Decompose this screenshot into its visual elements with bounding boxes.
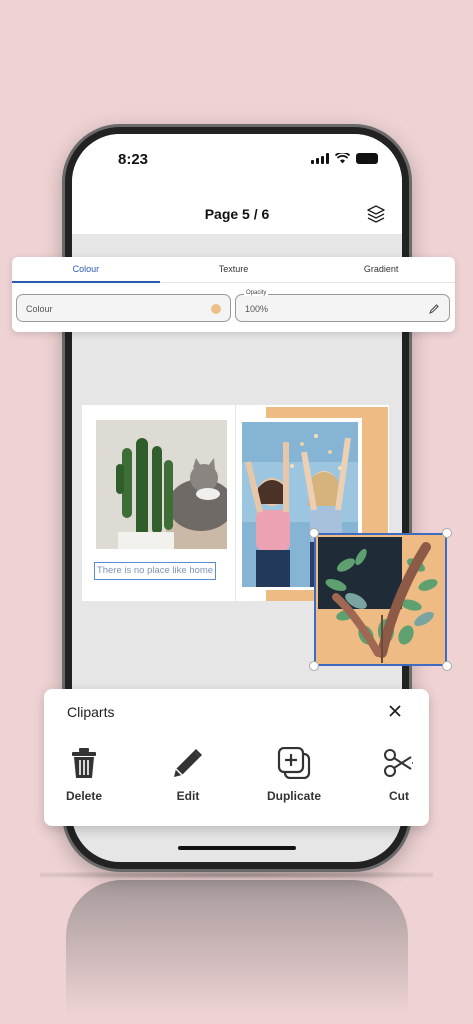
home-indicator: [178, 846, 296, 850]
status-icons: [311, 153, 378, 164]
opacity-legend: Opacity: [244, 290, 269, 296]
wifi-icon: [335, 153, 350, 164]
trash-icon: [72, 748, 96, 778]
cut-label: Cut: [389, 789, 409, 803]
delete-label: Delete: [65, 789, 103, 803]
sheet-title: Cliparts: [67, 704, 115, 720]
resize-handle-bottom-right[interactable]: [442, 661, 452, 671]
colour-swatch[interactable]: [211, 304, 221, 314]
phone-shadow: [40, 872, 433, 878]
page-indicator: Page 5 / 6: [204, 206, 270, 222]
duplicate-label: Duplicate: [266, 789, 321, 803]
app-header: 8:23 Page 5 / 6: [72, 134, 402, 234]
cut-button[interactable]: Cut: [359, 747, 439, 803]
edit-button[interactable]: Edit: [148, 747, 228, 803]
edit-pencil-icon[interactable]: [429, 304, 439, 314]
colour-field-value: Colour: [26, 304, 53, 314]
battery-icon: [356, 153, 378, 164]
cactus-cat-photo[interactable]: [96, 420, 227, 549]
opacity-field[interactable]: Opacity 100%: [235, 290, 450, 322]
colour-panel: Colour Texture Gradient Colour Opacity 1…: [12, 257, 455, 332]
panel-tabs: Colour Texture Gradient: [12, 257, 455, 283]
phone-reflection: [66, 880, 408, 1024]
pencil-icon: [174, 749, 202, 777]
delete-button[interactable]: Delete: [44, 747, 124, 803]
layers-icon[interactable]: [366, 204, 386, 224]
tab-texture[interactable]: Texture: [160, 257, 308, 282]
resize-handle-top-right[interactable]: [442, 528, 452, 538]
edit-label: Edit: [176, 789, 200, 803]
tab-gradient[interactable]: Gradient: [307, 257, 455, 282]
resize-handle-top-left[interactable]: [309, 528, 319, 538]
caption-text-box[interactable]: There is no place like home: [94, 562, 216, 580]
close-icon[interactable]: [389, 705, 401, 717]
tab-colour[interactable]: Colour: [12, 257, 160, 283]
colour-field[interactable]: Colour: [16, 294, 231, 322]
status-time: 8:23: [118, 151, 149, 168]
clipart-leaves-selected[interactable]: [314, 533, 447, 666]
cliparts-sheet: Cliparts Delete Edit Duplicate Cut: [44, 689, 429, 826]
resize-handle-bottom-left[interactable]: [309, 661, 319, 671]
duplicate-button[interactable]: Duplicate: [254, 747, 334, 803]
scissors-icon: [384, 749, 414, 777]
opacity-value: 100%: [245, 304, 269, 314]
duplicate-icon: [277, 747, 311, 779]
signal-icon: [311, 153, 329, 164]
